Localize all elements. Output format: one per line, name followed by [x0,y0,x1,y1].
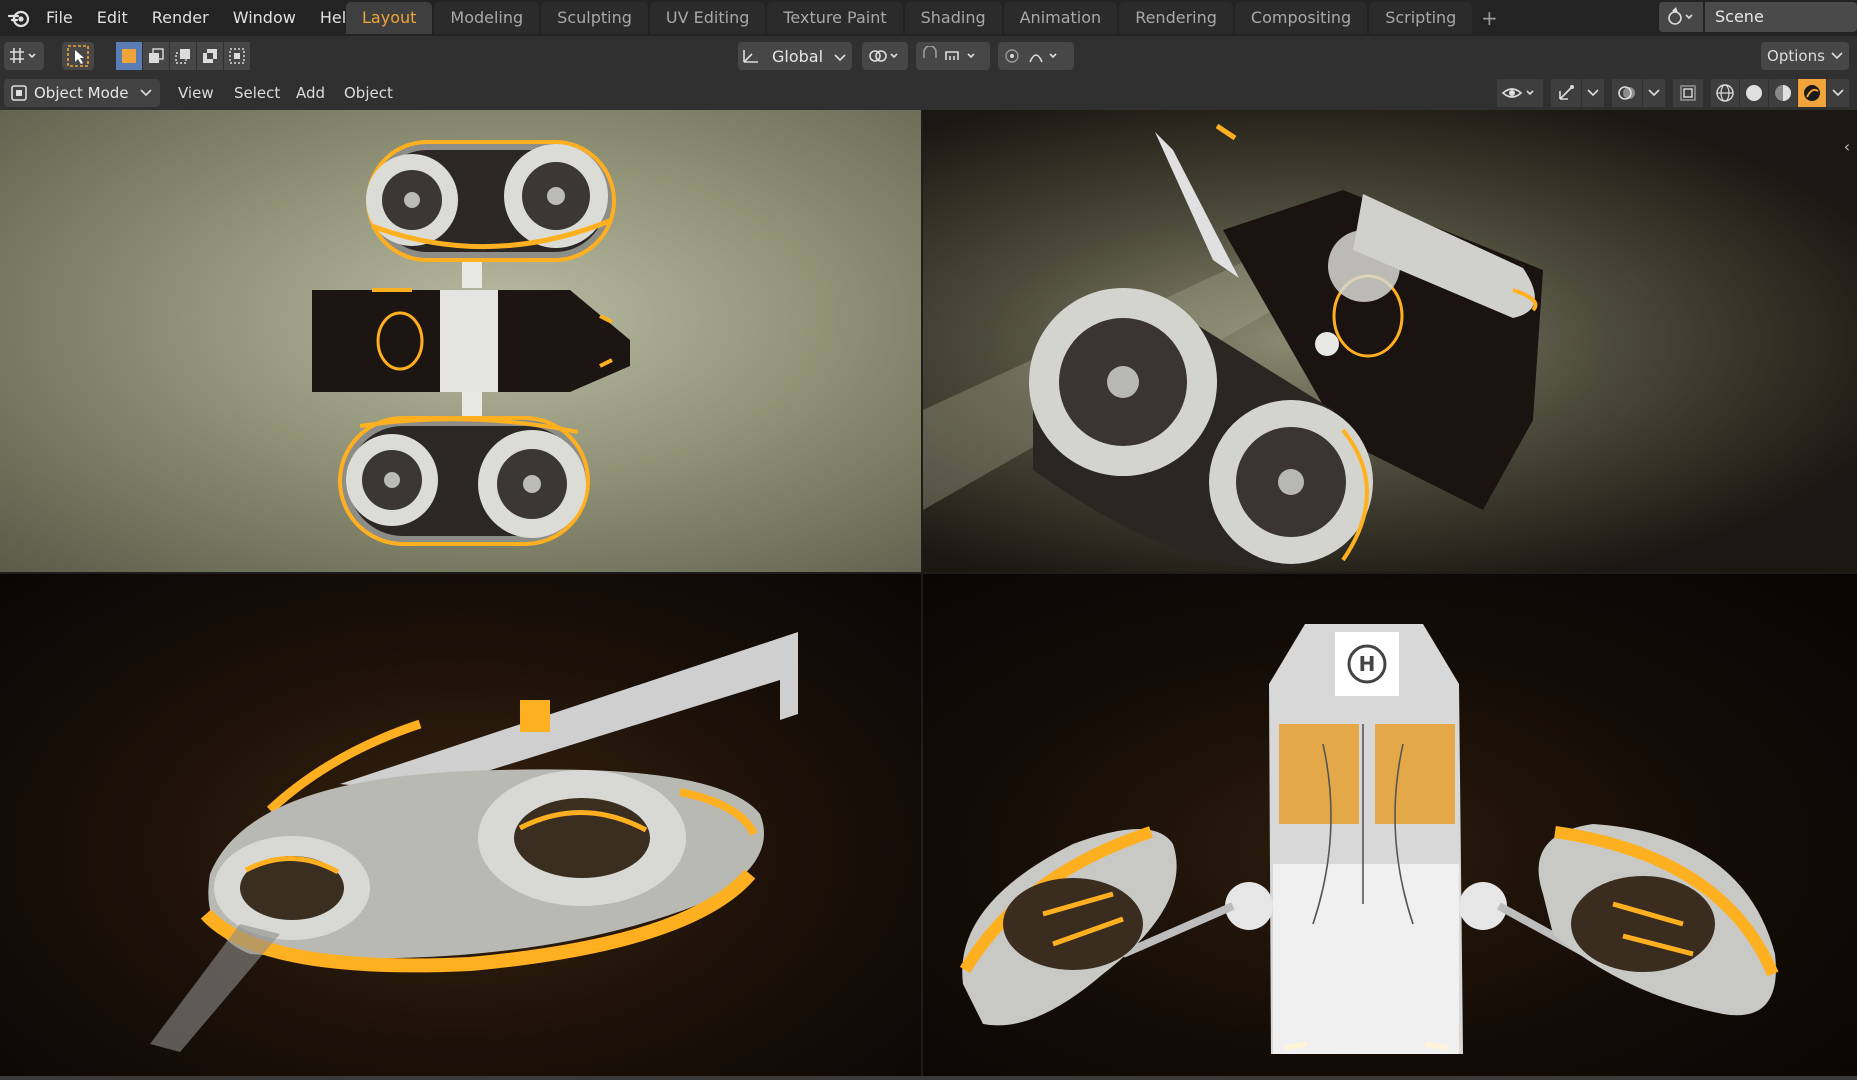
tab-compositing[interactable]: Compositing [1234,2,1368,34]
set-mode-icon[interactable] [116,42,142,70]
plus-icon[interactable]: + [1474,2,1504,34]
status-bar [0,1076,1857,1080]
overlays-icon[interactable] [1612,79,1642,107]
transform-orientation-label: Global [772,46,824,66]
scene-name-field[interactable]: Scene [1705,2,1857,32]
chevron-down-icon[interactable] [1643,79,1665,107]
extend-mode-icon[interactable] [143,42,169,70]
scene-selector: Scene [1659,2,1857,32]
gizmo-icon[interactable] [1551,79,1581,107]
chevron-down-icon[interactable] [1582,79,1604,107]
pivot-point-icon[interactable] [862,42,908,70]
chevron-down-icon [1831,52,1843,60]
subtract-mode-icon[interactable] [170,42,196,70]
solid-shading-icon[interactable] [1740,79,1768,107]
scene-icon[interactable] [1659,2,1703,32]
menu-render[interactable]: Render [140,3,221,33]
snap-icon[interactable] [916,42,990,70]
chevron-down-icon [140,89,152,97]
tab-animation[interactable]: Animation [1003,2,1118,34]
sidebar-toggle-chevron-left-icon[interactable]: ‹ [1839,134,1855,158]
transform-orientation-select[interactable]: Global [738,42,852,70]
svg-text:H: H [1359,652,1376,676]
tab-scripting[interactable]: Scripting [1369,2,1473,34]
viewport-bottom-left[interactable] [0,574,921,1076]
chevron-down-icon [834,47,846,66]
menu-view[interactable]: View [174,79,218,107]
tab-layout[interactable]: Layout [346,2,433,34]
menu-object[interactable]: Object [340,79,397,107]
viewport-header: Object Mode View Select Add Object [0,76,1857,110]
visibility-eye-icon[interactable] [1497,79,1543,107]
viewport-top-right[interactable] [923,110,1857,572]
blender-logo-icon[interactable] [4,3,34,33]
menu-file[interactable]: File [34,3,85,33]
material-preview-shading-icon[interactable] [1769,79,1797,107]
object-mode-icon [11,85,27,101]
menu-window[interactable]: Window [221,3,308,33]
viewport-grid: H ‹ [0,110,1857,1076]
select-tool-icon[interactable] [62,42,94,70]
intersect-mode-icon[interactable] [224,42,250,70]
vehicle-render-rear-view: H [959,624,1779,1054]
tab-sculpting[interactable]: Sculpting [541,2,648,34]
selection-mode-group [116,42,251,70]
menu-add[interactable]: Add [292,79,329,107]
object-mode-select[interactable]: Object Mode [4,79,160,107]
options-dropdown[interactable]: Options [1761,42,1849,70]
menu-edit[interactable]: Edit [85,3,140,33]
wireframe-shading-icon[interactable] [1711,79,1739,107]
tab-rendering[interactable]: Rendering [1119,2,1233,34]
menu-select[interactable]: Select [230,79,284,107]
xray-toggle-icon[interactable] [1673,79,1703,107]
chevron-down-icon[interactable] [1827,79,1849,107]
editor-type-icon[interactable] [4,42,44,70]
tab-texture-paint[interactable]: Texture Paint [767,2,903,34]
workspace-tabs: Layout Modeling Sculpting UV Editing Tex… [346,2,1504,34]
tab-uv-editing[interactable]: UV Editing [649,2,766,34]
tab-modeling[interactable]: Modeling [434,2,540,34]
tab-shading[interactable]: Shading [904,2,1002,34]
options-label: Options [1767,47,1825,65]
difference-mode-icon[interactable] [197,42,223,70]
vehicle-render-top-view [312,140,630,546]
vehicle-render-perspective [923,123,1543,570]
rendered-shading-icon[interactable] [1798,79,1826,107]
orientation-axes-icon [743,50,758,63]
proportional-editing-icon[interactable] [998,42,1074,70]
object-mode-label: Object Mode [34,84,129,102]
vehicle-render-low-angle [150,632,798,1052]
top-bar: File Edit Render Window Help Layout Mode… [0,0,1857,36]
tool-settings-bar: Global Options [0,36,1857,76]
viewport-bottom-right[interactable]: H [923,574,1857,1076]
viewport-shading-group [1496,79,1849,107]
viewport-top-left[interactable] [0,110,921,572]
